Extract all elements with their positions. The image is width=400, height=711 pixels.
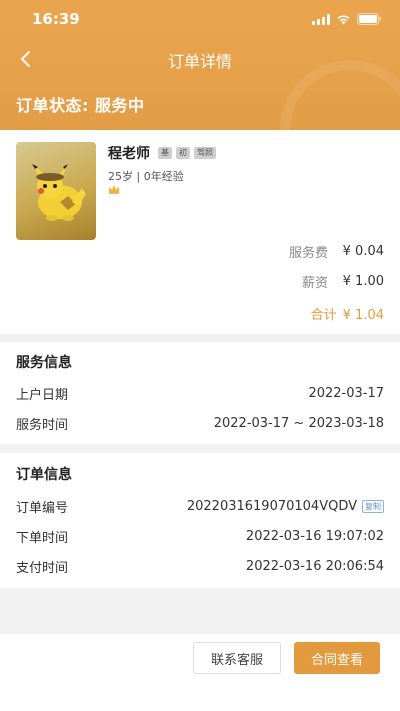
- cellular-signal-icon: [312, 13, 330, 25]
- teacher-name: 程老师: [108, 146, 150, 162]
- service-info-title: 服务信息: [16, 355, 72, 371]
- total-label: 合计: [310, 308, 337, 323]
- order-number-label: 订单编号: [16, 500, 69, 516]
- order-time-value: 2022-03-16 19:07:02: [245, 528, 384, 544]
- service-fee-row: 服务费 ¥ 0.04: [289, 242, 384, 261]
- copy-button[interactable]: 复制: [362, 499, 384, 513]
- start-date-value: 2022-03-17: [308, 385, 384, 401]
- pay-time-label: 支付时间: [16, 560, 69, 576]
- order-number-value-group: 2022031619070104VQDV 复制: [187, 499, 384, 514]
- order-number-value: 2022031619070104VQDV: [186, 498, 357, 514]
- service-period-row: 服务时间 2022-03-17 ~ 2023-03-18: [16, 413, 384, 433]
- order-info-card: 订单信息 订单编号 2022031619070104VQDV 复制 下单时间 2…: [0, 453, 400, 588]
- teacher-tag: 初: [176, 147, 190, 159]
- total-row: 合计 ¥ 1.04: [311, 304, 384, 323]
- battery-icon: [357, 13, 382, 25]
- service-period-value: 2022-03-17 ~ 2023-03-18: [213, 415, 384, 431]
- salary-label: 薪资: [301, 276, 328, 291]
- teacher-tag: 基: [158, 147, 172, 159]
- start-date-row: 上户日期 2022-03-17: [16, 383, 384, 403]
- status-time: 16:39: [32, 10, 80, 28]
- wifi-icon: [336, 14, 351, 25]
- order-time-label: 下单时间: [16, 530, 69, 546]
- salary-row: 薪资 ¥ 1.00: [302, 272, 384, 291]
- crown-icon: [109, 185, 119, 194]
- view-contract-button[interactable]: 合同查看: [294, 642, 380, 674]
- service-info-card: 服务信息 上户日期 2022-03-17 服务时间 2022-03-17 ~ 2…: [0, 342, 400, 444]
- page-title: 订单详情: [167, 52, 232, 71]
- header: 16:39 订单详情 订单状态: 服务中: [0, 0, 400, 130]
- footer-bar: 联系客服 合同查看: [0, 634, 400, 711]
- pay-time-row: 支付时间 2022-03-16 20:06:54: [16, 556, 384, 576]
- service-fee-value: ¥ 0.04: [342, 244, 384, 259]
- pay-time-value: 2022-03-16 20:06:54: [245, 558, 384, 574]
- avatar-image: [32, 164, 86, 221]
- teacher-card: 程老师 基 初 驾照 25岁 | 0年经验 服务费 ¥ 0.04 薪资 ¥ 1.…: [0, 130, 400, 334]
- order-time-row: 下单时间 2022-03-16 19:07:02: [16, 526, 384, 546]
- status-bar: 16:39: [0, 0, 400, 40]
- total-value: ¥ 1.04: [342, 308, 384, 323]
- order-number-row: 订单编号 2022031619070104VQDV 复制: [16, 496, 384, 516]
- teacher-meta: 25岁 | 0年经验: [108, 170, 184, 183]
- teacher-tag: 驾照: [194, 147, 216, 159]
- order-info-title: 订单信息: [16, 467, 72, 483]
- nav-bar: 订单详情: [0, 40, 400, 78]
- contact-service-button[interactable]: 联系客服: [193, 642, 281, 674]
- service-fee-label: 服务费: [288, 246, 328, 261]
- teacher-name-row: 程老师 基 初 驾照: [108, 143, 216, 163]
- salary-value: ¥ 1.00: [342, 274, 384, 289]
- status-icons: [312, 13, 382, 25]
- order-status: 订单状态: 服务中: [16, 96, 145, 115]
- avatar[interactable]: [16, 142, 96, 240]
- service-period-label: 服务时间: [16, 417, 69, 433]
- start-date-label: 上户日期: [16, 387, 69, 403]
